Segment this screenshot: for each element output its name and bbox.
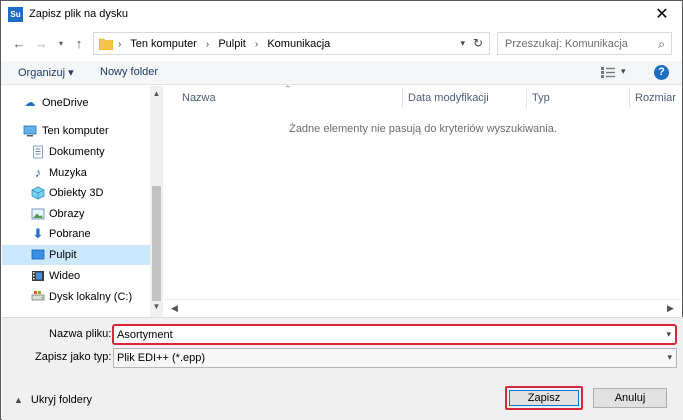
breadcrumb-item[interactable]: Pulpit <box>218 38 246 50</box>
address-bar[interactable]: › Ten komputer › Pulpit › Komunikacja ▾ … <box>93 32 490 55</box>
nav-item-pictures[interactable]: Obrazy <box>2 204 150 224</box>
new-folder-button[interactable]: Nowy folder <box>100 66 158 78</box>
filetype-select[interactable]: Plik EDI++ (*.epp) ▾ <box>113 348 677 368</box>
app-icon: Su <box>8 7 23 22</box>
nav-item-label: OneDrive <box>42 97 89 109</box>
sort-ascending-icon: ⌃ <box>284 84 292 94</box>
close-icon[interactable]: ✕ <box>652 5 672 25</box>
breadcrumb-chevron-icon[interactable]: › <box>255 39 258 50</box>
scroll-right-icon[interactable]: ▶ <box>664 303 677 314</box>
nav-item-label: Pulpit <box>49 249 77 261</box>
download-icon: ⬇ <box>32 226 44 241</box>
hide-folders-button[interactable]: ▲ Ukryj foldery <box>14 394 92 406</box>
filename-field[interactable]: Asortyment ▾ <box>112 324 677 345</box>
column-header-name[interactable]: Nazwa <box>182 92 216 104</box>
cancel-button[interactable]: Anuluj <box>593 388 667 408</box>
back-arrow-icon[interactable]: ← <box>11 36 27 52</box>
nav-item-label: Obrazy <box>49 208 85 220</box>
breadcrumb-item[interactable]: Ten komputer <box>130 38 197 50</box>
navigation-scrollbar[interactable]: ▲ ▼ <box>150 86 163 317</box>
breadcrumb-chevron-icon[interactable]: › <box>206 39 209 50</box>
help-icon[interactable]: ? <box>654 65 669 80</box>
breadcrumb-chevron-icon: › <box>118 39 122 50</box>
column-divider[interactable] <box>629 88 630 108</box>
save-form: Nazwa pliku: Asortyment ▾ Zapisz jako ty… <box>2 317 683 420</box>
hide-folders-label: Ukryj foldery <box>30 394 93 406</box>
scroll-left-icon[interactable]: ◀ <box>168 303 181 314</box>
nav-item-label: Wideo <box>49 270 81 282</box>
nav-item-onedrive[interactable]: ☁ OneDrive <box>2 93 150 113</box>
address-dropdown-icon[interactable]: ▾ <box>460 38 465 49</box>
column-header-size[interactable]: Rozmiar <box>635 92 676 104</box>
desktop-icon <box>31 248 45 262</box>
nav-item-music[interactable]: ♪ Muzyka <box>2 163 150 183</box>
toolbar: Organizuj ▾ Nowy folder ▾ ? <box>1 61 682 85</box>
drive-icon <box>31 290 45 304</box>
filename-value[interactable]: Asortyment <box>117 329 173 341</box>
horizontal-scrollbar[interactable]: ◀ ▶ <box>164 299 682 316</box>
nav-item-this-pc[interactable]: Ten komputer <box>2 121 150 141</box>
title-bar: Su Zapisz plik na dysku ✕ <box>1 1 682 31</box>
save-file-dialog: Su Zapisz plik na dysku ✕ ← → ▾ ↑ › Ten … <box>0 0 683 420</box>
navigation-pane: ☁ OneDrive Ten komputer Dokumenty ♪ Muzy… <box>2 86 150 317</box>
scrollbar-thumb[interactable] <box>152 186 161 301</box>
nav-item-desktop[interactable]: Pulpit <box>2 245 150 265</box>
nav-item-label: Muzyka <box>49 167 87 179</box>
nav-item-3d-objects[interactable]: Obiekty 3D <box>2 183 150 203</box>
empty-message: Żadne elementy nie pasują do kryteriów w… <box>289 123 557 135</box>
breadcrumb-item[interactable]: Komunikacja <box>267 38 330 50</box>
view-dropdown-icon[interactable]: ▾ <box>621 66 626 77</box>
nav-item-label: Dysk lokalny (C:) <box>49 291 133 303</box>
pictures-icon <box>31 207 45 221</box>
window-title: Zapisz plik na dysku <box>29 8 129 20</box>
document-icon <box>31 145 45 159</box>
cloud-icon: ☁ <box>24 97 36 109</box>
scroll-down-icon[interactable]: ▼ <box>150 302 163 311</box>
filetype-value: Plik EDI++ (*.epp) <box>117 352 206 364</box>
nav-item-documents[interactable]: Dokumenty <box>2 142 150 162</box>
nav-item-label: Dokumenty <box>49 146 105 158</box>
search-icon[interactable]: ⌕ <box>658 37 665 52</box>
column-header-date[interactable]: Data modyfikacji <box>408 92 489 104</box>
forward-arrow-icon[interactable]: → <box>33 36 49 52</box>
nav-item-label: Pobrane <box>49 228 91 240</box>
nav-item-videos[interactable]: Wideo <box>2 266 150 286</box>
filetype-label: Zapisz jako typ: <box>35 351 112 363</box>
nav-item-label: Obiekty 3D <box>49 187 104 199</box>
scroll-up-icon[interactable]: ▲ <box>150 89 163 98</box>
search-input[interactable]: Przeszukaj: Komunikacja ⌕ <box>497 32 672 55</box>
save-button[interactable]: Zapisz <box>505 386 583 410</box>
organize-button[interactable]: Organizuj ▾ <box>18 66 74 79</box>
view-options-icon[interactable] <box>601 67 615 78</box>
nav-item-label: Ten komputer <box>42 125 109 137</box>
breadcrumb: › Ten komputer › Pulpit › Komunikacja <box>118 38 330 50</box>
cube-icon <box>31 186 45 200</box>
nav-item-local-disk[interactable]: Dysk lokalny (C:) <box>2 287 150 307</box>
chevron-up-icon: ▲ <box>14 395 23 405</box>
recent-chevron-icon[interactable]: ▾ <box>53 36 69 52</box>
refresh-icon[interactable]: ↻ <box>473 36 483 50</box>
video-icon <box>31 269 45 283</box>
chevron-down-icon[interactable]: ▾ <box>667 352 672 363</box>
folder-icon <box>99 38 113 50</box>
column-divider[interactable] <box>526 88 527 108</box>
file-list: ⌃ Nazwa Data modyfikacji Typ Rozmiar Żad… <box>164 84 682 317</box>
column-divider[interactable] <box>402 88 403 108</box>
chevron-down-icon[interactable]: ▾ <box>666 329 671 340</box>
music-icon: ♪ <box>34 165 42 180</box>
search-placeholder: Przeszukaj: Komunikacja <box>505 38 628 50</box>
computer-icon <box>23 124 37 138</box>
filename-label: Nazwa pliku: <box>49 328 112 340</box>
save-button-label: Zapisz <box>509 390 579 406</box>
column-header-type[interactable]: Typ <box>532 92 550 104</box>
nav-item-downloads[interactable]: ⬇ Pobrane <box>2 224 150 244</box>
up-arrow-icon[interactable]: ↑ <box>71 36 87 52</box>
